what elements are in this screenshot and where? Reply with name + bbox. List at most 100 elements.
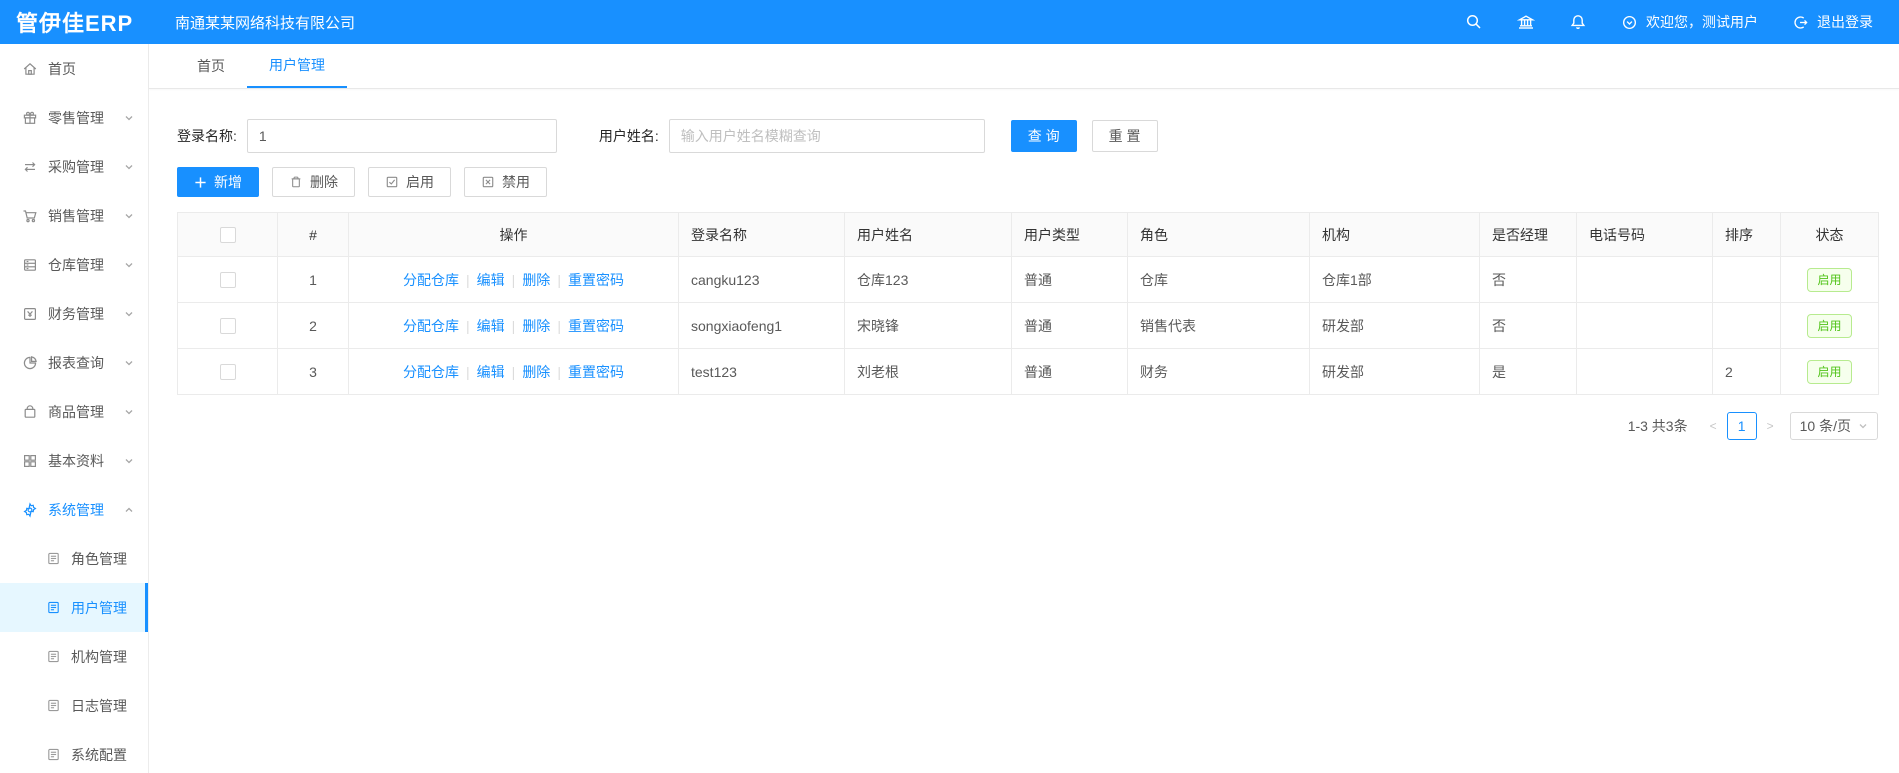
sidebar-item-label: 日志管理: [71, 697, 127, 714]
row-checkbox[interactable]: [219, 364, 236, 381]
disable-button[interactable]: 禁用: [464, 167, 547, 197]
sidebar-item-label: 财务管理: [48, 305, 104, 322]
assign-warehouse-link[interactable]: 分配仓库: [403, 318, 459, 334]
bank-icon[interactable]: [1517, 13, 1535, 31]
tab-home[interactable]: 首页: [175, 44, 247, 88]
sidebar-item-log-mgmt[interactable]: 日志管理: [0, 681, 148, 730]
pagination-total: 1-3 共3条: [1627, 418, 1688, 434]
page-number-button[interactable]: 1: [1726, 412, 1757, 440]
bell-icon[interactable]: [1569, 13, 1587, 31]
assign-warehouse-link[interactable]: 分配仓库: [403, 272, 459, 288]
edit-link[interactable]: 编辑: [477, 272, 505, 288]
sidebar-item-label: 商品管理: [48, 403, 104, 420]
server-icon: [22, 257, 38, 273]
top-header: 管伊佳ERP 南通某某网络科技有限公司 欢迎您，测试用户 退出登录: [0, 0, 1899, 44]
sidebar-item-retail[interactable]: 零售管理: [0, 93, 148, 142]
sidebar-item-system-config[interactable]: 系统配置: [0, 730, 148, 773]
sidebar-item-warehouse[interactable]: 仓库管理: [0, 240, 148, 289]
delete-button[interactable]: 删除: [272, 167, 355, 197]
sidebar-item-label: 角色管理: [71, 550, 127, 567]
logout-text: 退出登录: [1817, 14, 1873, 30]
col-sort: 排序: [1712, 212, 1781, 257]
row-checkbox[interactable]: [219, 318, 236, 335]
tab-user-mgmt[interactable]: 用户管理: [247, 44, 347, 88]
home-icon: [22, 61, 38, 77]
cell-user-type: 普通: [1011, 348, 1128, 395]
sidebar-item-products[interactable]: 商品管理: [0, 387, 148, 436]
col-org: 机构: [1309, 212, 1480, 257]
cell-login-name: cangku123: [678, 256, 845, 303]
sidebar-item-reports[interactable]: 报表查询: [0, 338, 148, 387]
tab-bar: 首页 用户管理: [149, 44, 1899, 89]
chevron-down-icon: [124, 456, 134, 466]
link-divider: |: [557, 317, 561, 334]
col-login-name: 登录名称: [678, 212, 845, 257]
assign-warehouse-link[interactable]: 分配仓库: [403, 364, 459, 380]
status-badge[interactable]: 启用: [1807, 267, 1852, 292]
status-badge[interactable]: 启用: [1807, 313, 1852, 338]
edit-link[interactable]: 编辑: [477, 364, 505, 380]
add-button[interactable]: 新增: [177, 167, 259, 197]
welcome-text: 欢迎您，测试用户: [1646, 14, 1758, 30]
status-badge[interactable]: 启用: [1807, 359, 1852, 384]
cell-user-name: 仓库123: [844, 256, 1012, 303]
sidebar-item-finance[interactable]: 财务管理: [0, 289, 148, 338]
table-row: 1 分配仓库 | 编辑 | 删除 | 重置密码 cangku123 仓库123 普通 仓库 …: [177, 256, 1879, 303]
reset-password-link[interactable]: 重置密码: [568, 318, 624, 334]
delete-link[interactable]: 删除: [522, 272, 550, 288]
user-name-input[interactable]: [668, 119, 985, 153]
document-icon: [46, 698, 61, 713]
link-divider: |: [466, 317, 470, 334]
logout-button[interactable]: 退出登录: [1792, 12, 1873, 32]
delete-link[interactable]: 删除: [522, 364, 550, 380]
cell-index: 3: [277, 348, 349, 395]
link-divider: |: [511, 271, 516, 288]
sidebar-item-role-mgmt[interactable]: 角色管理: [0, 534, 148, 583]
row-checkbox[interactable]: [219, 272, 236, 289]
sidebar-item-label: 系统配置: [71, 746, 127, 763]
search-button[interactable]: 查 询: [1010, 120, 1077, 152]
sidebar-item-label: 首页: [48, 60, 76, 77]
select-all-checkbox[interactable]: [219, 227, 236, 244]
close-square-icon: [481, 175, 495, 189]
sidebar-item-label: 采购管理: [48, 158, 104, 175]
col-role: 角色: [1127, 212, 1310, 257]
sidebar-item-sales[interactable]: 销售管理: [0, 191, 148, 240]
page-size-select[interactable]: 10 条/页: [1789, 412, 1878, 440]
pagination: 1-3 共3条 < 1 > 10 条/页: [177, 412, 1878, 440]
filter-row: 登录名称: 用户姓名: 查 询 重 置: [177, 119, 1879, 153]
sidebar-item-basic-data[interactable]: 基本资料: [0, 436, 148, 485]
sidebar-item-org-mgmt[interactable]: 机构管理: [0, 632, 148, 681]
sidebar-item-user-mgmt[interactable]: 用户管理: [0, 583, 148, 632]
sidebar-item-system[interactable]: 系统管理: [0, 485, 148, 534]
sidebar-item-purchase[interactable]: 采购管理: [0, 142, 148, 191]
sidebar-item-home[interactable]: 首页: [0, 44, 148, 93]
table-header-row: # 操作 登录名称 用户姓名 用户类型 角色 机构 是否经理 电话号码 排序 状…: [177, 212, 1879, 257]
bag-icon: [22, 404, 38, 420]
next-page-button[interactable]: >: [1761, 419, 1780, 433]
grid-icon: [22, 453, 38, 469]
cell-login-name: test123: [678, 348, 845, 395]
chevron-down-icon: [124, 407, 134, 417]
user-menu[interactable]: 欢迎您，测试用户: [1621, 12, 1758, 32]
edit-link[interactable]: 编辑: [477, 318, 505, 334]
search-icon[interactable]: [1465, 13, 1483, 31]
chevron-up-icon: [124, 505, 134, 515]
document-icon: [46, 747, 61, 762]
login-name-input[interactable]: [246, 119, 557, 153]
delete-link[interactable]: 删除: [522, 318, 550, 334]
chevron-down-icon: [124, 309, 134, 319]
table-row: 3 分配仓库 | 编辑 | 删除 | 重置密码 test123 刘老根 普通 财务 研发部 …: [177, 348, 1879, 395]
chevron-down-icon: [1858, 421, 1868, 431]
reset-password-link[interactable]: 重置密码: [568, 272, 624, 288]
enable-button-label: 启用: [406, 174, 434, 190]
action-toolbar: 新增 删除 启用 禁用: [177, 167, 1879, 197]
prev-page-button[interactable]: <: [1704, 419, 1723, 433]
reset-password-link[interactable]: 重置密码: [568, 364, 624, 380]
reset-button[interactable]: 重 置: [1091, 120, 1158, 152]
document-icon: [46, 551, 61, 566]
delete-button-label: 删除: [310, 174, 338, 190]
circle-down-icon: [1621, 14, 1638, 31]
plus-icon: [194, 176, 207, 189]
enable-button[interactable]: 启用: [368, 167, 451, 197]
